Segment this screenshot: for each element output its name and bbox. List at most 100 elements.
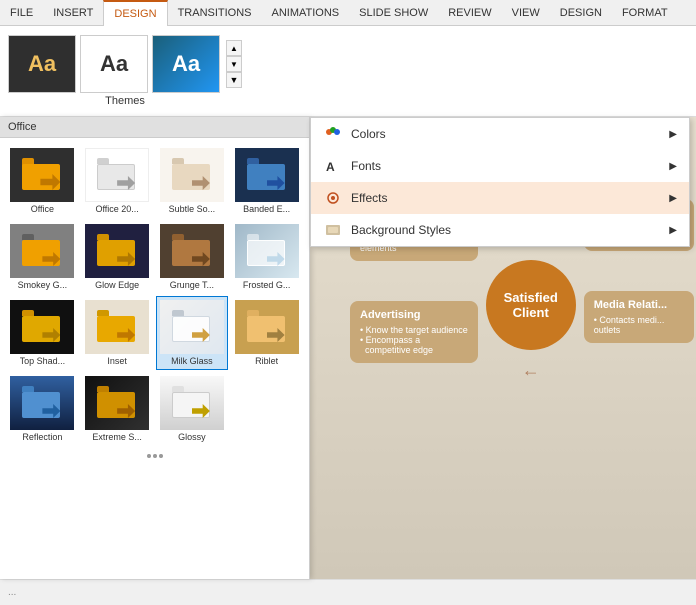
tab-transitions[interactable]: TRANSITIONS xyxy=(168,0,262,25)
theme-name-smokey: Smokey G... xyxy=(18,280,68,290)
scroll-arrows: ▲ ▼ ▼ xyxy=(226,40,242,88)
theme-icon-milkglass xyxy=(160,300,224,354)
theme-icon-office205 xyxy=(85,148,149,202)
theme-name-milkglass: Milk Glass xyxy=(171,356,213,366)
theme-name-glossy: Glossy xyxy=(178,432,206,442)
aa-label-1: Aa xyxy=(28,51,56,77)
theme-icon-glossy xyxy=(160,376,224,430)
theme-name-inset: Inset xyxy=(107,356,127,366)
themes-panel: Office Office xyxy=(0,117,310,579)
theme-name-extreme: Extreme S... xyxy=(92,432,142,442)
theme-item-office[interactable]: Office xyxy=(6,144,79,218)
main-area: Office Office xyxy=(0,117,696,579)
ribbon-tabs: FILE INSERT DESIGN TRANSITIONS ANIMATION… xyxy=(0,0,696,26)
ribbon-content: Aa Aa Aa ▲ ▼ ▼ Themes xyxy=(0,26,696,116)
theme-item-smokey[interactable]: Smokey G... xyxy=(6,220,79,294)
tab-file[interactable]: FILE xyxy=(0,0,43,25)
theme-icon-topshadow xyxy=(10,300,74,354)
media-box: Media Relati... • Contacts medi...outlet… xyxy=(584,291,694,343)
theme-name-banded: Banded E... xyxy=(243,204,290,214)
tab-format[interactable]: FORMAT xyxy=(612,0,678,25)
scroll-down-button[interactable]: ▼ xyxy=(226,56,242,72)
theme-thumbnail-1[interactable]: Aa xyxy=(8,35,76,93)
themes-group: Aa Aa Aa ▲ ▼ ▼ Themes xyxy=(8,35,242,107)
theme-icon-grunge xyxy=(160,224,224,278)
tab-view[interactable]: VIEW xyxy=(502,0,550,25)
advertising-box: Advertising • Know the target audience• … xyxy=(350,301,478,363)
dropdown-menu: Colors ▶ A Fonts ▶ Effects ▶ xyxy=(310,117,690,247)
theme-thumbnail-3[interactable]: Aa xyxy=(152,35,220,93)
scroll-more-button[interactable]: ▼ xyxy=(226,72,242,88)
status-bar: ... xyxy=(0,579,696,605)
theme-name-frosted: Frosted G... xyxy=(243,280,291,290)
theme-name-office205: Office 20... xyxy=(95,204,138,214)
svg-text:A: A xyxy=(326,160,335,174)
theme-icon-smokey xyxy=(10,224,74,278)
tab-review[interactable]: REVIEW xyxy=(438,0,501,25)
effects-arrow: ▶ xyxy=(669,193,677,204)
theme-thumbnails: Aa Aa Aa ▲ ▼ ▼ xyxy=(8,35,242,93)
fonts-arrow: ▶ xyxy=(669,161,677,172)
menu-item-colors[interactable]: Colors ▶ xyxy=(311,118,689,150)
aa-label-2: Aa xyxy=(100,51,128,77)
theme-icon-banded xyxy=(235,148,299,202)
theme-item-inset[interactable]: Inset xyxy=(81,296,154,370)
theme-icon-riblet xyxy=(235,300,299,354)
menu-label-colors: Colors xyxy=(351,127,386,141)
tab-slideshow[interactable]: SLIDE SHOW xyxy=(349,0,438,25)
theme-icon-glow xyxy=(85,224,149,278)
advertising-items: • Know the target audience• Encompass a … xyxy=(360,325,468,355)
theme-item-office205[interactable]: Office 20... xyxy=(81,144,154,218)
center-area: → SatisfiedClient ← xyxy=(486,229,576,381)
media-title: Media Relati... xyxy=(594,299,684,311)
theme-item-glossy[interactable]: Glossy xyxy=(156,372,229,446)
tab-design[interactable]: DESIGN xyxy=(103,0,167,26)
scroll-up-button[interactable]: ▲ xyxy=(226,40,242,56)
theme-name-office: Office xyxy=(31,204,54,214)
effects-icon xyxy=(323,188,343,208)
themes-label: Themes xyxy=(105,95,145,107)
center-circle: SatisfiedClient xyxy=(486,260,576,350)
theme-item-reflection[interactable]: Reflection xyxy=(6,372,79,446)
theme-name-riblet: Riblet xyxy=(255,356,278,366)
background-icon xyxy=(323,220,343,240)
theme-icon-frosted xyxy=(235,224,299,278)
background-arrow: ▶ xyxy=(669,225,677,236)
advertising-title: Advertising xyxy=(360,309,468,321)
theme-item-extreme[interactable]: Extreme S... xyxy=(81,372,154,446)
themes-grid: Office Office 20... xyxy=(0,138,309,452)
status-text: ... xyxy=(8,587,16,598)
theme-thumbnail-2[interactable]: Aa xyxy=(80,35,148,93)
menu-item-background[interactable]: Background Styles ▶ xyxy=(311,214,689,246)
theme-icon-inset xyxy=(85,300,149,354)
scroll-indicator xyxy=(0,452,309,460)
theme-icon-office xyxy=(10,148,74,202)
colors-icon xyxy=(323,124,343,144)
theme-item-banded[interactable]: Banded E... xyxy=(230,144,303,218)
tab-design2[interactable]: DESIGN xyxy=(550,0,612,25)
menu-item-fonts[interactable]: A Fonts ▶ xyxy=(311,150,689,182)
theme-item-riblet[interactable]: Riblet xyxy=(230,296,303,370)
tab-animations[interactable]: ANIMATIONS xyxy=(262,0,350,25)
theme-item-topshadow[interactable]: Top Shad... xyxy=(6,296,79,370)
theme-item-milkglass[interactable]: Milk Glass xyxy=(156,296,229,370)
theme-name-topshadow: Top Shad... xyxy=(20,356,66,366)
media-items: • Contacts medi...outlets xyxy=(594,315,684,335)
menu-label-background: Background Styles xyxy=(351,223,451,237)
theme-item-glow[interactable]: Glow Edge xyxy=(81,220,154,294)
theme-item-frosted[interactable]: Frosted G... xyxy=(230,220,303,294)
theme-name-glow: Glow Edge xyxy=(95,280,139,290)
theme-item-subtle[interactable]: Subtle So... xyxy=(156,144,229,218)
theme-icon-subtle xyxy=(160,148,224,202)
menu-item-effects[interactable]: Effects ▶ xyxy=(311,182,689,214)
themes-header: Office xyxy=(0,117,309,138)
tab-insert[interactable]: INSERT xyxy=(43,0,103,25)
theme-name-grunge: Grunge T... xyxy=(170,280,214,290)
ribbon: FILE INSERT DESIGN TRANSITIONS ANIMATION… xyxy=(0,0,696,117)
menu-label-fonts: Fonts xyxy=(351,159,381,173)
menu-label-effects: Effects xyxy=(351,191,387,205)
aa-label-3: Aa xyxy=(172,51,200,77)
colors-arrow: ▶ xyxy=(669,129,677,140)
theme-item-grunge[interactable]: Grunge T... xyxy=(156,220,229,294)
fonts-icon: A xyxy=(323,156,343,176)
